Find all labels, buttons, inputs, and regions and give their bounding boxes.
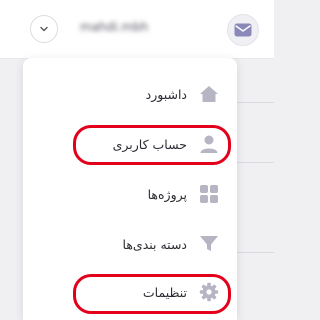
menu-item-label: داشبورد [145, 86, 187, 102]
envelope-icon [234, 23, 252, 37]
grid-icon [199, 184, 219, 204]
user-dropdown-menu: داشبورد حساب کاربری پروژه‌ها [23, 58, 237, 320]
top-bar: mahdi.mbh [0, 0, 274, 59]
background-divider [234, 102, 274, 103]
account-highlight-annotation [73, 125, 231, 165]
background-divider [234, 252, 274, 253]
background-divider [234, 162, 274, 163]
menu-item-categories[interactable]: دسته بندی‌ها [123, 232, 219, 256]
messages-button[interactable] [227, 14, 259, 46]
menu-item-label: پروژه‌ها [147, 186, 187, 202]
funnel-icon [199, 234, 219, 254]
menu-item-label: دسته بندی‌ها [122, 236, 187, 252]
chevron-down-icon [40, 26, 48, 32]
menu-item-dashboard[interactable]: داشبورد [146, 82, 219, 106]
user-menu-toggle-button[interactable] [30, 15, 58, 43]
username: mahdi.mbh [80, 20, 149, 34]
home-icon [199, 84, 219, 104]
settings-highlight-annotation [73, 274, 231, 314]
menu-item-projects[interactable]: پروژه‌ها [148, 182, 219, 206]
